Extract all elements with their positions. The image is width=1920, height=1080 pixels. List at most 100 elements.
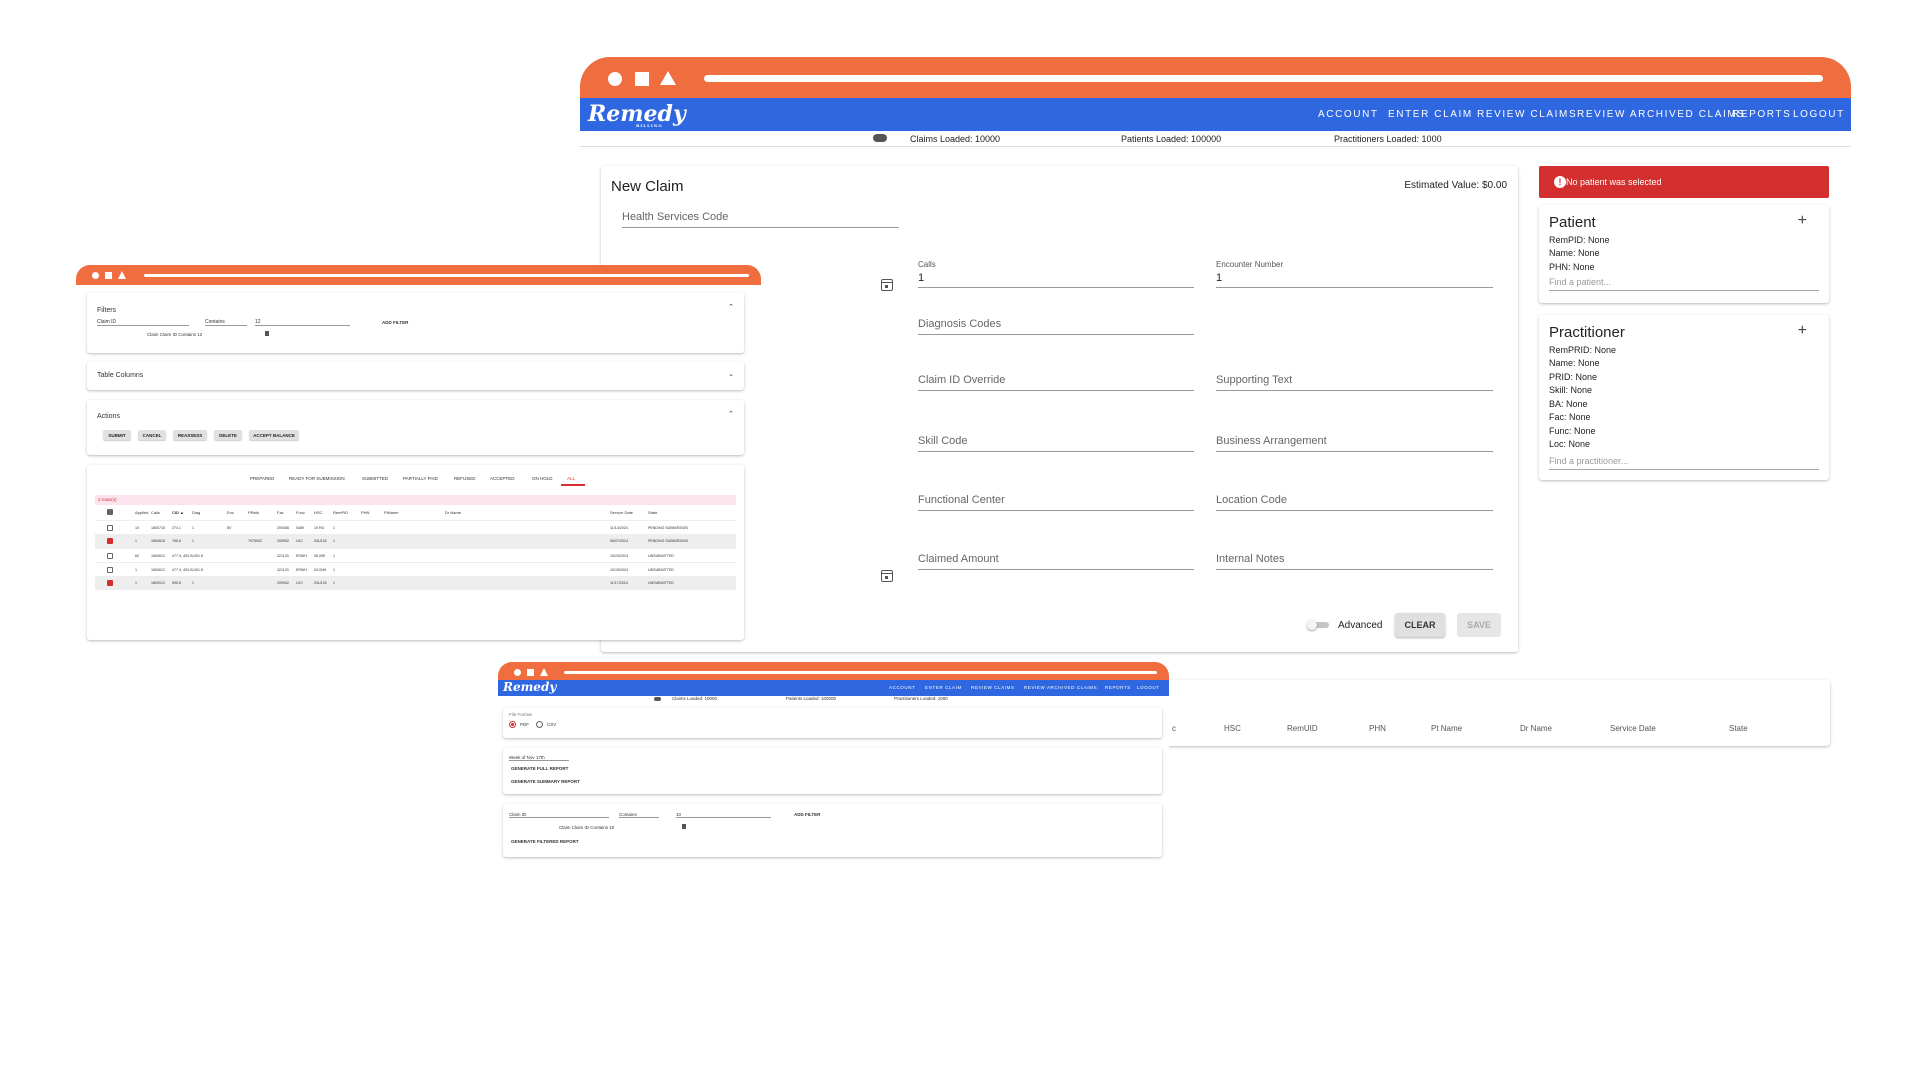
nav-enter-claim[interactable]: ENTER CLAIM bbox=[1388, 109, 1473, 120]
row-checkbox[interactable] bbox=[107, 580, 113, 586]
submit-button[interactable]: SUBMIT bbox=[103, 430, 131, 440]
claims-table-panel: PREPARED READY FOR SUBMISSION SUBMITTED … bbox=[87, 465, 744, 640]
claims-table-card: c HSC RemUID PHN Pt Name Dr Name Service… bbox=[1165, 680, 1830, 746]
filter-field-select[interactable]: Claim ID bbox=[509, 812, 609, 818]
table-row[interactable]: 1 1800615 785.6 1 7975902 209952 LKC 03U134 1 06/… bbox=[95, 534, 736, 548]
tab-ready-for-submission[interactable]: READY FOR SUBMISSION bbox=[289, 476, 345, 481]
nav-review-claims[interactable]: REVIEW CLAIMS bbox=[1477, 109, 1577, 120]
claim-id-override-field[interactable]: Claim ID Override bbox=[918, 365, 1194, 391]
nav-logout[interactable]: LOGOUT bbox=[1793, 109, 1845, 120]
claimed-amount-field[interactable]: Claimed Amount bbox=[918, 544, 1194, 570]
delete-button[interactable]: DELETE bbox=[214, 430, 242, 440]
select-all-checkbox[interactable] bbox=[107, 509, 113, 515]
nav-account[interactable]: ACCOUNT bbox=[889, 685, 915, 690]
supporting-text-field[interactable]: Supporting Text bbox=[1216, 365, 1493, 391]
location-code-field[interactable]: Location Code bbox=[1216, 485, 1493, 511]
filter-op-select[interactable]: Contains bbox=[619, 812, 659, 818]
tab-prepared[interactable]: PREPARED bbox=[250, 476, 274, 481]
add-filter-button[interactable]: ADD FILTER bbox=[794, 812, 820, 817]
address-bar[interactable] bbox=[564, 671, 1157, 674]
address-bar[interactable] bbox=[144, 274, 749, 277]
row-checkbox[interactable] bbox=[107, 525, 113, 531]
generate-filtered-report-button[interactable]: GENERATE FILTERED REPORT bbox=[511, 839, 579, 844]
nav-reports[interactable]: REPORTS bbox=[1105, 685, 1131, 690]
calls-field[interactable]: Calls 1 bbox=[918, 260, 1194, 288]
calendar-icon[interactable] bbox=[881, 279, 893, 291]
clear-button[interactable]: CLEAR bbox=[1395, 613, 1445, 637]
add-patient-icon[interactable]: + bbox=[1798, 212, 1807, 230]
table-cell: 1 bbox=[192, 568, 194, 572]
remedy-logo[interactable]: Remedy bbox=[503, 680, 556, 694]
nav-enter-claim[interactable]: ENTER CLAIM bbox=[925, 685, 962, 690]
address-bar[interactable] bbox=[704, 75, 1823, 82]
functional-center-field[interactable]: Functional Center bbox=[918, 485, 1194, 511]
collapse-icon[interactable]: ⌃ bbox=[728, 410, 734, 418]
square-icon bbox=[527, 669, 534, 676]
expand-icon[interactable]: ⌄ bbox=[728, 370, 734, 378]
table-cell: 1 bbox=[135, 539, 137, 543]
row-checkbox[interactable] bbox=[107, 553, 113, 559]
business-arrangement-field[interactable]: Business Arrangement bbox=[1216, 426, 1493, 452]
health-services-code-field[interactable]: Health Services Code bbox=[622, 202, 899, 228]
field-label: Claim ID Override bbox=[918, 374, 1006, 386]
save-button[interactable]: SAVE bbox=[1457, 613, 1501, 637]
week-select[interactable]: Week of Nov 17th bbox=[509, 755, 569, 761]
tab-accepted[interactable]: ACCEPTED bbox=[490, 476, 515, 481]
table-columns-title: Table Columns bbox=[97, 372, 144, 379]
table-row[interactable]: 1 1800612 477.9, 493.9, 491.8 1 421120 ERWH 03… bbox=[95, 562, 736, 576]
triangle-icon bbox=[660, 71, 676, 85]
reassess-button[interactable]: REASSESS bbox=[173, 430, 207, 440]
tab-all[interactable]: ALL bbox=[567, 476, 575, 481]
column-header: HSC bbox=[1224, 724, 1241, 733]
calendar-icon[interactable] bbox=[881, 570, 893, 582]
filter-chip: Claim Claim ID Contains 12 bbox=[147, 332, 203, 337]
add-filter-button[interactable]: ADD FILTER bbox=[382, 320, 408, 325]
generate-summary-report-button[interactable]: GENERATE SUMMARY REPORT bbox=[511, 779, 580, 784]
cancel-button[interactable]: CANCEL bbox=[138, 430, 166, 440]
patients-loaded: Patients Loaded: 100000 bbox=[786, 696, 837, 701]
skill-code-field[interactable]: Skill Code bbox=[918, 426, 1194, 452]
table-cell: ERWH bbox=[296, 554, 307, 558]
nav-review-archived-claims[interactable]: REVIEW ARCHIVED CLAIMS bbox=[1577, 109, 1746, 120]
find-practitioner-input[interactable]: Find a practitioner... bbox=[1549, 456, 1819, 470]
practitioner-prid: PRID: None bbox=[1549, 372, 1598, 382]
add-practitioner-icon[interactable]: + bbox=[1798, 322, 1807, 340]
nav-logout[interactable]: LOGOUT bbox=[1137, 685, 1160, 690]
column-header: Fac bbox=[277, 510, 284, 515]
filter-value-input[interactable]: 10 bbox=[676, 812, 771, 818]
generate-full-report-button[interactable]: GENERATE FULL REPORT bbox=[511, 766, 568, 771]
selection-banner: 2 rows(s) bbox=[95, 495, 736, 505]
table-row[interactable]: 10 1800715 274.1 1 8V 209366 0489 19 RU 1 11/14/2… bbox=[95, 520, 736, 534]
row-checkbox[interactable] bbox=[107, 567, 113, 573]
filter-field-select[interactable]: Claim ID bbox=[97, 319, 189, 326]
accept-balance-button[interactable]: ACCEPT BALANCE bbox=[249, 430, 299, 440]
pdf-radio[interactable] bbox=[509, 721, 516, 728]
remedy-logo[interactable]: Remedy BILLING bbox=[588, 101, 686, 128]
internal-notes-field[interactable]: Internal Notes bbox=[1216, 544, 1493, 570]
nav-review-claims[interactable]: REVIEW CLAIMS bbox=[971, 685, 1015, 690]
trash-icon[interactable] bbox=[265, 331, 269, 336]
tab-partially-paid[interactable]: PARTIALLY PAID bbox=[403, 476, 438, 481]
nav-review-archived-claims[interactable]: REVIEW ARCHIVED CLAIMS bbox=[1024, 685, 1097, 690]
table-cell: 10 bbox=[135, 526, 139, 530]
table-cell: 477.9, 493.9, 491.8 bbox=[172, 554, 203, 558]
row-checkbox[interactable] bbox=[107, 538, 113, 544]
advanced-toggle[interactable] bbox=[1307, 620, 1329, 630]
tab-refused[interactable]: REFUSED bbox=[454, 476, 476, 481]
csv-radio[interactable] bbox=[536, 721, 543, 728]
diagnosis-codes-field[interactable]: Diagnosis Codes bbox=[918, 309, 1194, 335]
tab-on-hold[interactable]: ON HOLD bbox=[532, 476, 553, 481]
table-columns-panel[interactable]: Table Columns ⌄ bbox=[87, 362, 744, 390]
tab-submitted[interactable]: SUBMITTED bbox=[362, 476, 388, 481]
nav-reports[interactable]: REPORTS bbox=[1732, 109, 1791, 120]
filter-value-input[interactable]: 12 bbox=[255, 319, 350, 326]
cloud-icon bbox=[654, 697, 661, 701]
table-row[interactable]: 1 1800012 595.8 1 209952 LKC 03U134 1 11/17/2024… bbox=[95, 576, 736, 590]
encounter-number-field[interactable]: Encounter Number 1 bbox=[1216, 260, 1493, 288]
find-patient-input[interactable]: Find a patient... bbox=[1549, 277, 1819, 291]
filter-op-select[interactable]: Contains bbox=[205, 319, 247, 326]
nav-account[interactable]: ACCOUNT bbox=[1318, 109, 1379, 120]
table-row[interactable]: 60 1800612 477.9, 493.9, 491.8 1 421120 ERWH 0… bbox=[95, 548, 736, 562]
collapse-icon[interactable]: ⌃ bbox=[728, 303, 734, 311]
trash-icon[interactable] bbox=[682, 824, 686, 829]
